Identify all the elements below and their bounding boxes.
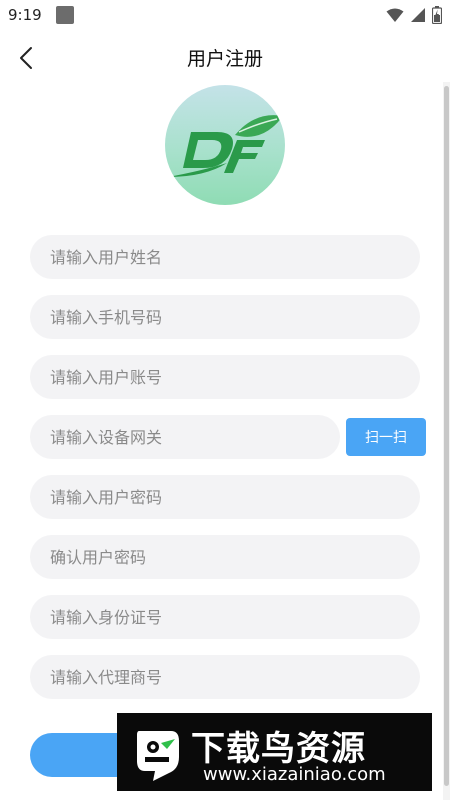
confirm-password-input[interactable] [48,534,420,580]
register-screen: 9:19 用户注册 请输入用户姓名 请输入手机号码 请输入用户账号 请输入设备网… [0,0,450,800]
status-bar: 9:19 [0,0,450,30]
scan-button[interactable]: 扫一扫 [346,418,426,456]
scrollbar-thumb[interactable] [444,86,449,786]
watermark-banner: 下载鸟资源 www.xiazainiao.com [117,713,432,791]
agent-number-input[interactable] [48,654,420,700]
account-input[interactable] [48,354,420,400]
phone-input[interactable] [48,294,420,340]
phone-field[interactable] [30,294,420,340]
cell-signal-icon [411,8,425,22]
df-logo-icon [168,115,283,177]
header: 用户注册 [0,32,450,82]
wifi-icon [386,8,404,22]
status-time: 9:19 [8,6,42,24]
app-notification-icon [56,6,74,24]
status-icons [386,6,442,24]
gateway-input[interactable] [48,414,340,460]
id-card-field[interactable] [30,594,420,640]
confirm-password-field[interactable] [30,534,420,580]
account-field[interactable] [30,354,420,400]
battery-icon [432,6,442,24]
watermark-title: 下载鸟资源 [191,729,366,769]
watermark-url: www.xiazainiao.com [203,764,386,785]
app-logo [165,85,285,205]
id-card-input[interactable] [48,594,420,640]
password-field[interactable] [30,474,420,520]
gateway-field[interactable] [30,414,340,460]
user-name-field[interactable] [30,234,420,280]
page-title: 用户注册 [186,48,263,70]
bird-logo-icon [137,731,179,781]
user-name-input[interactable] [48,234,420,280]
agent-number-field[interactable] [30,654,420,700]
password-input[interactable] [48,474,420,520]
